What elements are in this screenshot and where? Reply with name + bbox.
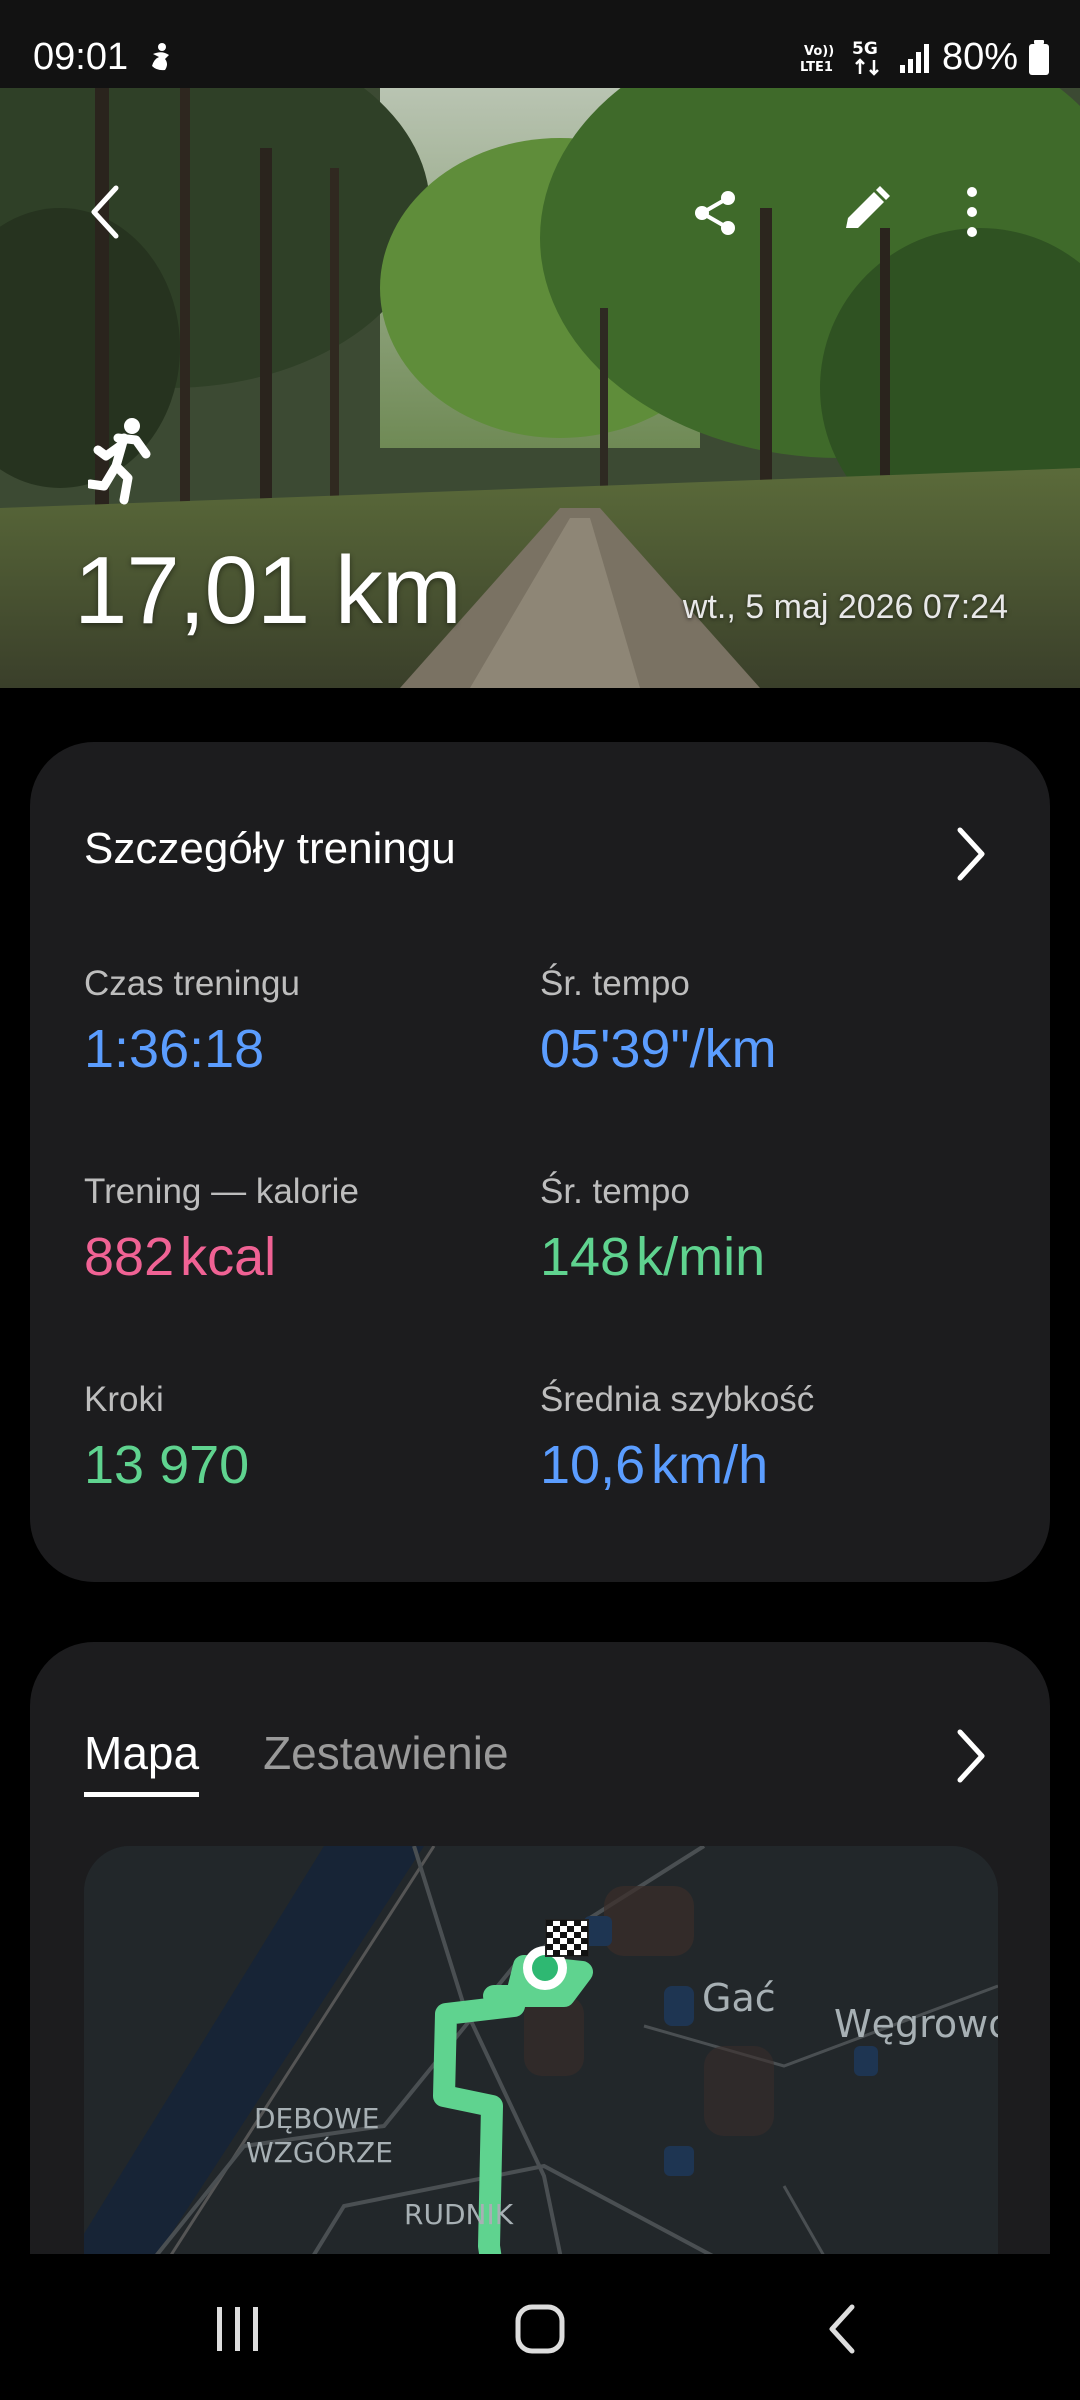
signal-icon [899, 43, 929, 73]
workout-hero-image: 17,01 km wt., 5 maj 2026 07:24 [0, 88, 1080, 688]
tab-map[interactable]: Mapa [84, 1726, 200, 1797]
metric-unit: /km [689, 1019, 777, 1079]
metric-value: 882 kcal [84, 1226, 524, 1288]
back-icon [829, 2304, 855, 2354]
battery-percent: 80% [941, 36, 1018, 78]
map-label-wzgorze: WZGÓRZE [246, 2136, 393, 2169]
back-nav-button[interactable] [798, 2294, 888, 2364]
workout-date: wt., 5 maj 2026 07:24 [682, 588, 1008, 626]
metric-value: 1:36:18 [84, 1018, 524, 1080]
metric-workout-time: Czas treningu 1:36:18 [84, 964, 524, 1080]
home-button[interactable] [495, 2294, 585, 2364]
status-right: Vo)) LTE1 5G 80% [800, 36, 1050, 79]
metric-unit: k/min [636, 1227, 766, 1287]
metric-steps: Kroki 13 970 [84, 1380, 524, 1496]
metric-label: Trening — kalorie [84, 1172, 359, 1211]
svg-text:5G: 5G [852, 39, 878, 59]
volte-icon: Vo)) LTE1 [800, 44, 834, 75]
metric-label: Kroki [84, 1380, 164, 1419]
home-icon [515, 2304, 565, 2354]
metric-number: 882 [84, 1227, 175, 1287]
battery-icon [1029, 39, 1049, 75]
metric-value: 13 970 [84, 1434, 524, 1496]
metric-label: Śr. tempo [540, 1172, 690, 1211]
system-nav-bar [0, 2254, 1080, 2400]
svg-text:Vo)): Vo)) [804, 44, 834, 59]
metric-avg-speed: Średnia szybkość 10,6 km/h [540, 1380, 980, 1496]
5g-network-icon: 5G [852, 39, 879, 76]
tab-summary[interactable]: Zestawienie [263, 1726, 508, 1797]
metric-value: 10,6 km/h [540, 1434, 980, 1496]
map-tabs: Mapa Zestawienie [84, 1726, 509, 1797]
metric-number: 1:36:18 [84, 1019, 265, 1079]
metric-number: 10,6 [540, 1435, 646, 1495]
metric-unit: km/h [651, 1435, 769, 1495]
map-label-gac: Gać [702, 1976, 776, 2020]
chevron-right-icon[interactable] [950, 1726, 990, 1786]
metric-number: 05'39" [540, 1019, 690, 1079]
recent-apps-button[interactable] [193, 2294, 283, 2364]
total-distance: 17,01 km [74, 537, 462, 644]
metric-cadence: Śr. tempo 148 k/min [540, 1172, 980, 1288]
map-label-rudnik: RUDNIK [404, 2198, 514, 2231]
metric-value: 05'39"/km [540, 1018, 980, 1080]
map-label-debowe: DĘBOWE [254, 2102, 380, 2135]
metric-label: Śr. tempo [540, 964, 690, 1003]
metric-unit: kcal [180, 1227, 277, 1287]
map-label-wegrowo: Węgrowo [834, 2002, 998, 2046]
workout-details-card[interactable]: Szczegóły treningu Czas treningu 1:36:18… [30, 742, 1050, 1582]
edit-button[interactable] [838, 184, 892, 238]
more-options-button[interactable] [962, 184, 982, 240]
status-bar: 09:01 Vo)) LTE1 5G 80% [0, 0, 1080, 88]
card-title: Szczegóły treningu [84, 824, 456, 873]
metric-value: 148 k/min [540, 1226, 980, 1288]
back-button[interactable] [86, 182, 126, 242]
share-button[interactable] [690, 188, 740, 238]
metric-label: Średnia szybkość [540, 1380, 815, 1419]
running-icon [88, 418, 151, 505]
metric-number: 13 970 [84, 1435, 250, 1495]
status-time: 09:01 [33, 36, 129, 78]
accessibility-icon [152, 43, 169, 71]
chevron-right-icon[interactable] [950, 824, 990, 884]
recent-apps-icon [217, 2307, 258, 2351]
metric-avg-pace: Śr. tempo 05'39"/km [540, 964, 980, 1080]
metric-calories: Trening — kalorie 882 kcal [84, 1172, 524, 1288]
svg-text:LTE1: LTE1 [800, 60, 833, 75]
metric-number: 148 [540, 1227, 631, 1287]
metric-label: Czas treningu [84, 964, 300, 1003]
